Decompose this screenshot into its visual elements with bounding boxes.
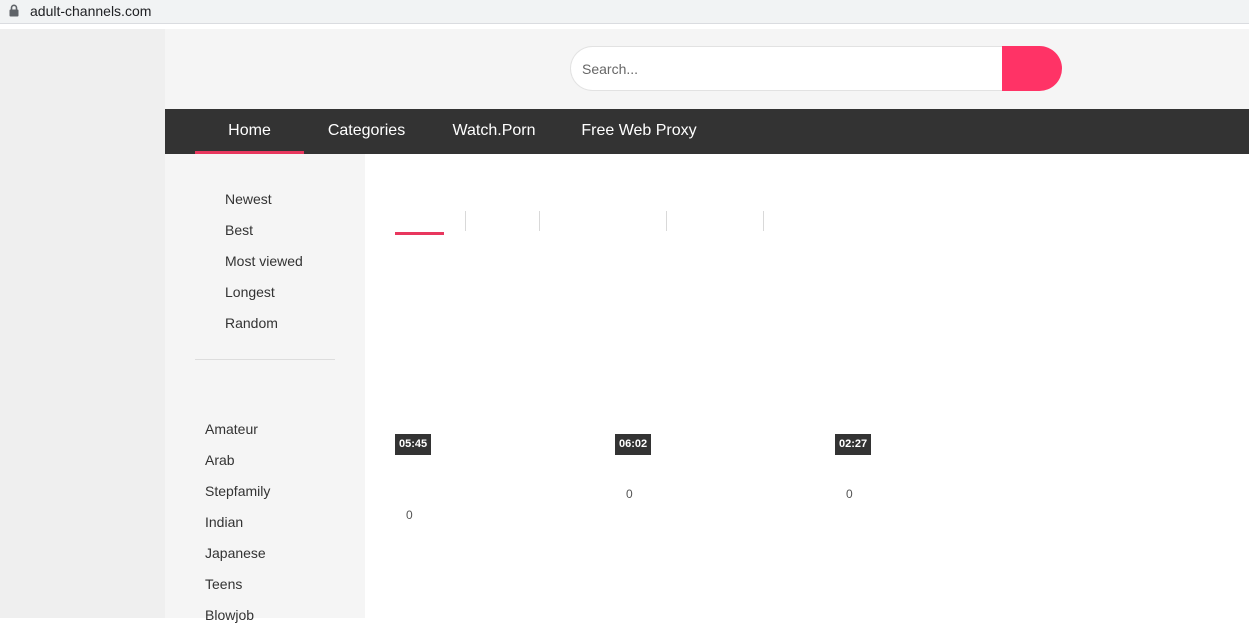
search-input[interactable] [570, 46, 1003, 91]
sort-link-random[interactable]: Random [225, 315, 278, 331]
search-button[interactable] [1002, 46, 1062, 91]
video-view-count: 0 [626, 487, 633, 501]
url-text: adult-channels.com [30, 3, 152, 19]
category-link-blowjob[interactable]: Blowjob [205, 607, 254, 623]
category-link-amateur[interactable]: Amateur [205, 421, 258, 437]
active-tab-indicator[interactable] [395, 232, 444, 235]
sort-link-best[interactable]: Best [225, 222, 253, 238]
sort-link-newest[interactable]: Newest [225, 191, 272, 207]
sidebar-divider [195, 359, 335, 360]
video-duration-badge: 02:27 [835, 434, 872, 455]
nav-item-home[interactable]: Home [195, 109, 304, 154]
category-link-japanese[interactable]: Japanese [205, 545, 266, 561]
video-view-count: 0 [846, 487, 853, 501]
video-view-count: 0 [406, 508, 413, 522]
page-gutter [0, 29, 165, 618]
main-navbar: Home Categories Watch.Porn Free Web Prox… [165, 109, 1249, 154]
sort-link-longest[interactable]: Longest [225, 284, 275, 300]
nav-item-free-web-proxy[interactable]: Free Web Proxy [569, 109, 709, 154]
sort-link-most-viewed[interactable]: Most viewed [225, 253, 303, 269]
search-form [570, 46, 1062, 91]
tab-separator [465, 211, 466, 231]
category-link-arab[interactable]: Arab [205, 452, 235, 468]
nav-item-categories[interactable]: Categories [314, 109, 419, 154]
sidebar: Newest Best Most viewed Longest Random A… [165, 154, 365, 623]
category-link-indian[interactable]: Indian [205, 514, 243, 530]
tab-separator [539, 211, 540, 231]
video-duration-badge: 06:02 [615, 434, 652, 455]
video-duration-badge: 05:45 [395, 434, 432, 455]
browser-address-bar[interactable]: adult-channels.com [0, 0, 1249, 24]
tab-separator [666, 211, 667, 231]
tab-separator [763, 211, 764, 231]
nav-item-watch-porn[interactable]: Watch.Porn [441, 109, 547, 154]
category-link-teens[interactable]: Teens [205, 576, 242, 592]
category-link-stepfamily[interactable]: Stepfamily [205, 483, 270, 499]
lock-icon [9, 4, 19, 17]
